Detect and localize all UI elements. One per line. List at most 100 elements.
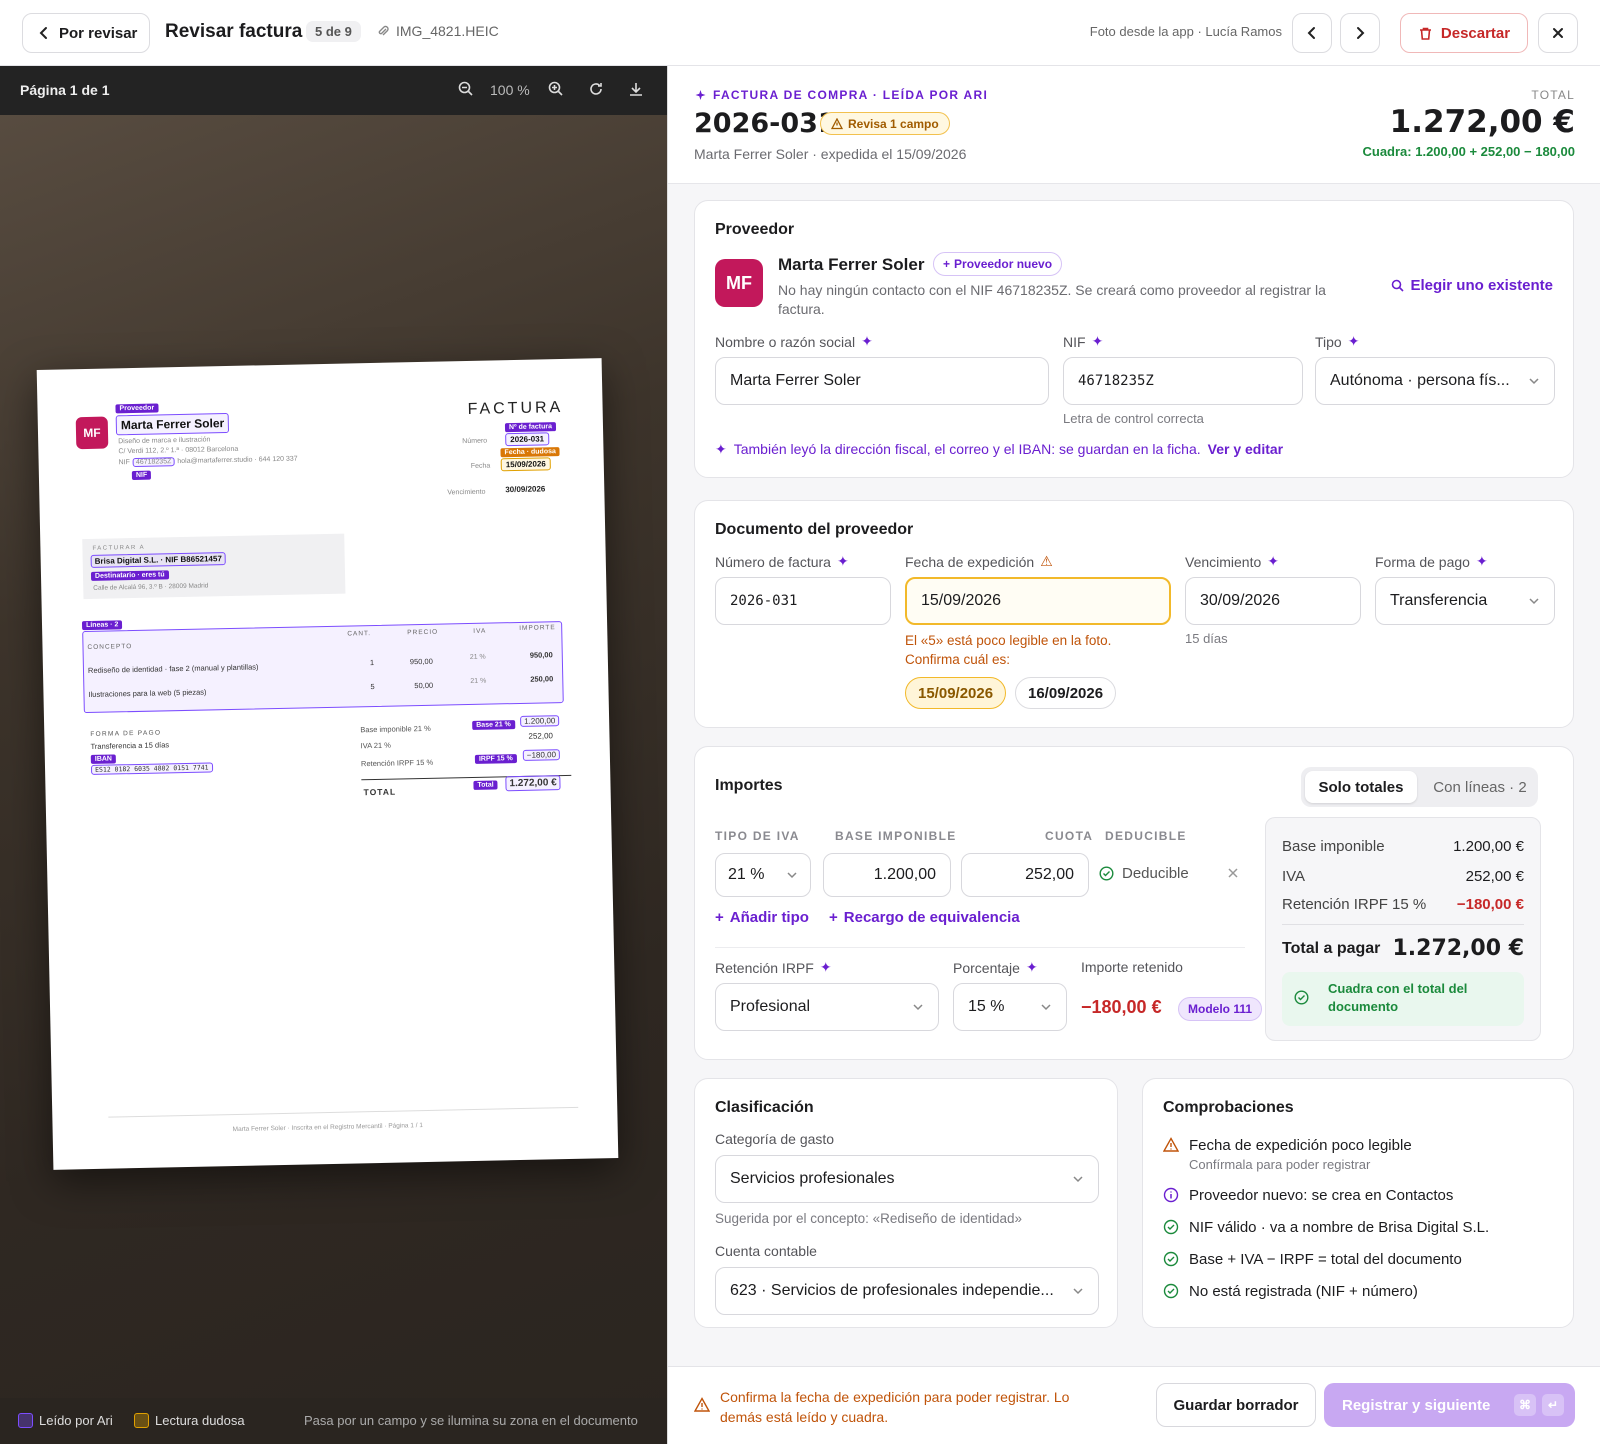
view-edit-link[interactable]: Ver y editar (1208, 441, 1284, 458)
file-name: IMG_4821.HEIC (396, 23, 499, 39)
doc-line-concept: Rediseño de identidad · fase 2 (manual y… (87, 662, 259, 675)
summary-base-row: Base imponible 1.200,00 € (1282, 838, 1524, 855)
remove-row-icon[interactable] (1227, 867, 1239, 879)
base-input[interactable]: 1.200,00 (823, 853, 951, 897)
invoice-number-value: 2026-031 (730, 593, 798, 609)
nif-input[interactable]: 46718235Z (1063, 357, 1303, 405)
doc-tag-provider: Proveedor (115, 403, 159, 414)
date-option-b[interactable]: 16/09/2026 (1015, 677, 1117, 709)
warning-icon (694, 1397, 710, 1413)
document-title: Documento del proveedor (715, 521, 914, 538)
amounts-card: Importes Solo totales Con líneas · 2 TIP… (694, 746, 1574, 1060)
sparkle-icon: ✦ (1025, 959, 1038, 975)
source-info: Foto desde la app · Lucía Ramos (1089, 24, 1282, 39)
doc-line-concept: Ilustraciones para la web (5 piezas) (88, 687, 207, 699)
totals-summary: Base imponible 1.200,00 € IVA 252,00 € Ret… (1265, 817, 1541, 1041)
deductible-toggle[interactable]: Deducible (1099, 865, 1189, 882)
check-text: No está registrada (NIF + número) (1189, 1283, 1418, 1300)
tab-only-totals[interactable]: Solo totales (1305, 771, 1417, 803)
doc-irpf: −180,00 (522, 749, 561, 761)
summary-total-label: Total a pagar (1282, 939, 1381, 957)
col-deductible: DEDUCIBLE (1105, 829, 1187, 843)
vat-type-value: 21 % (728, 866, 765, 883)
invoice-number-input[interactable]: 2026-031 (715, 577, 891, 625)
discard-button[interactable]: Descartar (1400, 13, 1528, 53)
page-title: Revisar factura (165, 21, 303, 42)
invoice-number-label: Número de factura ✦ (715, 553, 849, 570)
close-button[interactable] (1538, 13, 1578, 53)
payment-method-label: Forma de pago ✦ (1375, 553, 1488, 570)
review-counter: 5 de 9 (306, 21, 361, 42)
sparkle-icon: ✦ (1091, 333, 1104, 349)
check-text: NIF válido · va a nombre de Brisa Digita… (1189, 1219, 1490, 1236)
nif-label-text: NIF (1063, 333, 1086, 350)
due-date-input[interactable]: 30/09/2026 (1185, 577, 1361, 625)
doc-number: 2026-031 (505, 432, 550, 447)
doc-pay-label: FORMA DE PAGO (90, 729, 162, 738)
chevron-down-icon (912, 1001, 924, 1013)
tab-with-lines[interactable]: Con líneas · 2 (1425, 771, 1535, 803)
add-vat-type-button[interactable]: + Añadir tipo (715, 909, 809, 926)
doc-tag-lines: Líneas · 2 (81, 620, 123, 631)
vat-type-select[interactable]: 21 % (715, 853, 811, 897)
doc-lbl-due: Vencimiento (447, 488, 486, 497)
zoom-in-icon[interactable] (547, 80, 565, 98)
sparkle-icon: ✦ (715, 441, 727, 457)
summary-vat-label: IVA (1282, 868, 1306, 885)
sparkle-icon: ✦ (1347, 333, 1360, 349)
save-draft-button[interactable]: Guardar borrador (1156, 1383, 1316, 1427)
doc-tag-recipient: Destinatario · eres tú (90, 570, 169, 581)
type-select[interactable]: Autónoma · persona fís... (1315, 357, 1555, 405)
issue-date-input[interactable]: 15/09/2026 (905, 577, 1171, 625)
balance-ok-box: Cuadra con el total del documento (1282, 972, 1524, 1026)
doc-col-qty: CANT. (347, 630, 372, 638)
enter-key-icon: ↵ (1542, 1394, 1564, 1416)
doc-date: 15/09/2026 (500, 457, 551, 472)
name-input[interactable]: Marta Ferrer Soler (715, 357, 1049, 405)
irpf-select[interactable]: Profesional (715, 983, 939, 1031)
col-vat-type: TIPO DE IVA (715, 829, 800, 843)
next-button[interactable] (1340, 13, 1380, 53)
download-icon[interactable] (627, 80, 645, 98)
sparkle-icon: ✦ (836, 553, 849, 569)
summary-total-value: 1.272,00 € (1392, 936, 1524, 961)
back-button[interactable]: Por revisar (22, 13, 150, 53)
provider-title: Proveedor (715, 221, 795, 238)
warning-icon: ⚠ (1040, 553, 1053, 569)
model-badge: Modelo 111 (1178, 997, 1263, 1021)
check-circle-icon (1163, 1251, 1179, 1268)
choose-existing-label: Elegir uno existente (1410, 277, 1553, 294)
invoice-number-label-text: Número de factura (715, 553, 831, 570)
doc-col-vat: IVA (473, 627, 487, 635)
choose-existing-link[interactable]: Elegir uno existente (1391, 277, 1553, 294)
payment-method-select[interactable]: Transferencia (1375, 577, 1555, 625)
attachment-file[interactable]: IMG_4821.HEIC (376, 23, 499, 39)
review-pill[interactable]: Revisa 1 campo (820, 112, 950, 135)
invoice-eyebrow: FACTURA DE COMPRA · LEÍDA POR ARI (694, 88, 988, 102)
back-label: Por revisar (59, 24, 138, 42)
previous-button[interactable] (1292, 13, 1332, 53)
doc-footer-rule (108, 1106, 579, 1118)
register-next-button[interactable]: Registrar y siguiente ⌘ ↵ (1324, 1383, 1575, 1427)
doc-nif-prefix: NIF (118, 459, 130, 467)
account-select[interactable]: 623 · Servicios de profesionales indepen… (715, 1267, 1099, 1315)
quota-value: 252,00 (1025, 866, 1074, 883)
total-label: TOTAL (1531, 88, 1575, 102)
category-select[interactable]: Servicios profesionales (715, 1155, 1099, 1203)
percentage-select[interactable]: 15 % (953, 983, 1067, 1031)
chevron-left-icon (37, 26, 51, 40)
total-value: 1.272,00 € (1389, 104, 1575, 140)
zoom-out-icon[interactable] (457, 80, 475, 98)
doc-line-vat: 21 % (470, 677, 487, 685)
quota-input[interactable]: 252,00 (961, 853, 1089, 897)
add-surcharge-button[interactable]: + Recargo de equivalencia (829, 909, 1020, 926)
rotate-icon[interactable] (587, 80, 605, 98)
irpf-label: Retención IRPF ✦ (715, 959, 832, 976)
date-option-a[interactable]: 15/09/2026 (905, 677, 1007, 709)
new-provider-label: Proveedor nuevo (954, 257, 1053, 271)
footer-warning: Confirma la fecha de expedición para pod… (694, 1387, 1094, 1427)
check-text: Fecha de expedición poco legible (1189, 1137, 1412, 1154)
summary-irpf-label: Retención IRPF 15 % (1282, 896, 1427, 913)
check-circle-icon (1099, 866, 1114, 881)
viewer-toolbar: Página 1 de 1 100 % (0, 66, 667, 115)
